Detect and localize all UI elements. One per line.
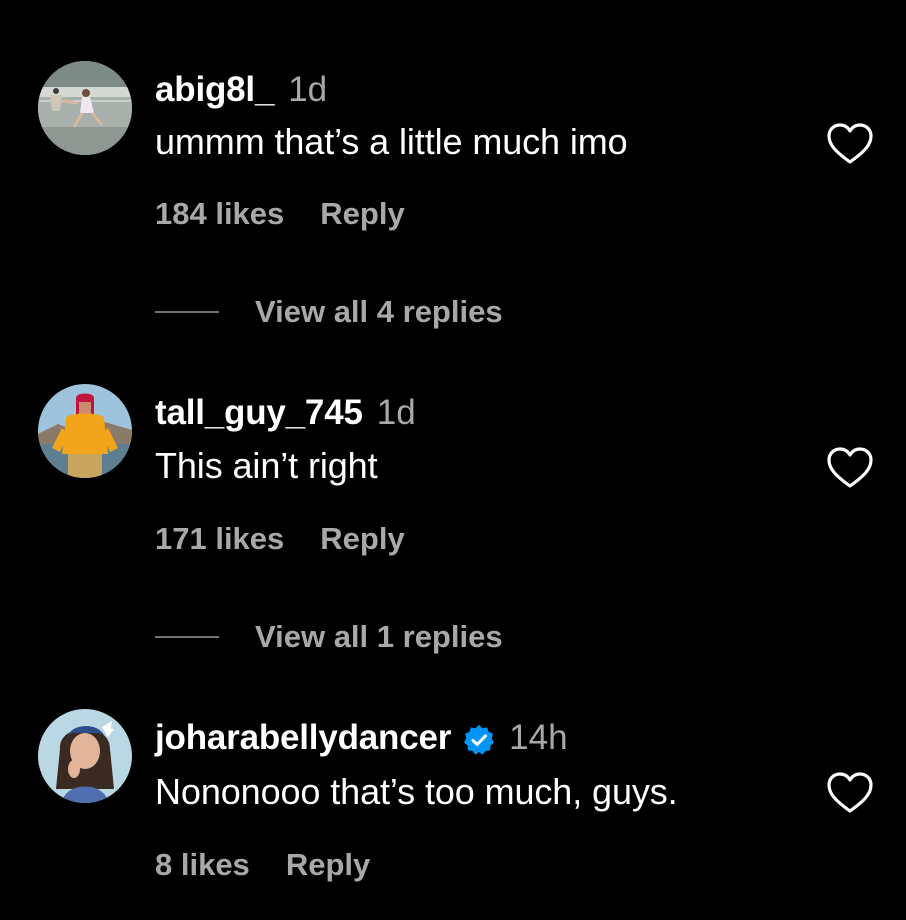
username[interactable]: tall_guy_745	[155, 393, 363, 433]
username[interactable]: joharabellydancer	[155, 718, 451, 758]
reply-button[interactable]: Reply	[320, 196, 404, 232]
avatar[interactable]	[38, 709, 132, 803]
comment-text: This ain’t right	[155, 445, 378, 486]
replies-divider-line	[155, 311, 219, 313]
like-heart-icon[interactable]	[826, 446, 874, 490]
reply-button[interactable]: Reply	[286, 847, 370, 883]
comment-header: joharabellydancer 14h	[155, 718, 568, 758]
comment-meta: 184 likes Reply	[155, 196, 405, 232]
comment-header: abig8l_ 1d	[155, 70, 327, 110]
view-replies-button[interactable]: View all 1 replies	[155, 619, 503, 655]
person-in-yellow-hoodie-avatar-icon	[38, 384, 132, 478]
comment-time: 1d	[376, 393, 416, 432]
tennis-player-avatar-icon	[38, 61, 132, 155]
replies-divider-line	[155, 636, 219, 638]
view-replies-button[interactable]: View all 4 replies	[155, 294, 503, 330]
likes-count[interactable]: 184 likes	[155, 196, 284, 232]
reply-button[interactable]: Reply	[320, 521, 404, 557]
avatar[interactable]	[38, 61, 132, 155]
view-replies-label: View all 1 replies	[255, 619, 503, 654]
username[interactable]: abig8l_	[155, 70, 274, 110]
likes-count[interactable]: 8 likes	[155, 847, 250, 883]
comment-meta: 171 likes Reply	[155, 521, 405, 557]
verified-badge-icon	[464, 725, 495, 755]
woman-with-bow-avatar-icon	[38, 709, 132, 803]
comment-text: Nononooo that’s too much, guys.	[155, 771, 678, 812]
comment-meta: 8 likes Reply	[155, 847, 370, 883]
comment-time: 14h	[509, 718, 568, 757]
comment-time: 1d	[288, 70, 328, 109]
like-heart-icon[interactable]	[826, 771, 874, 815]
likes-count[interactable]: 171 likes	[155, 521, 284, 557]
view-replies-label: View all 4 replies	[255, 294, 503, 329]
comment-text: ummm that’s a little much imo	[155, 121, 628, 162]
like-heart-icon[interactable]	[826, 122, 874, 166]
avatar[interactable]	[38, 384, 132, 478]
comment-header: tall_guy_745 1d	[155, 393, 416, 433]
